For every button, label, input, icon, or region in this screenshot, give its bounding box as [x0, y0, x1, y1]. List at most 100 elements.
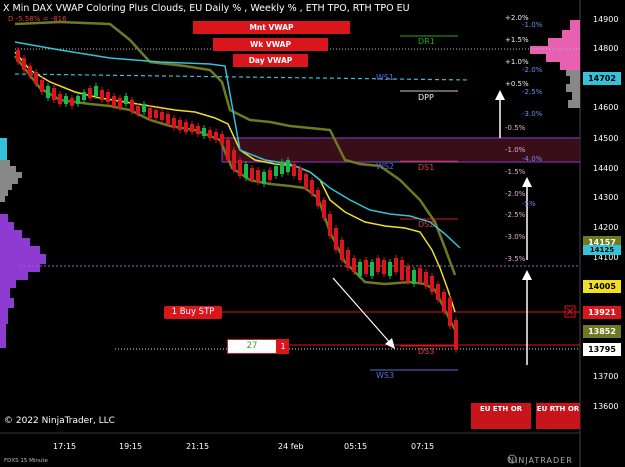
candle-body	[286, 160, 290, 172]
candle-body	[214, 132, 218, 140]
y-tick: 14200	[593, 223, 619, 232]
pct-label: +1.0%	[505, 58, 529, 66]
candle-body	[76, 96, 80, 104]
candle-body	[412, 270, 416, 284]
y-tick: 14500	[593, 134, 619, 143]
price-tag-13921: 13921	[583, 306, 621, 319]
candle-body	[88, 88, 92, 98]
candle-body	[118, 98, 122, 108]
candle-body	[148, 108, 152, 118]
candle-body	[400, 260, 404, 280]
y-tick: 14300	[593, 193, 619, 202]
candle-body	[28, 66, 32, 76]
candle-body	[274, 166, 278, 176]
candle-body	[190, 124, 194, 132]
candle-body	[166, 114, 170, 124]
buy-stop-order-button[interactable]: 1 Buy STP	[164, 306, 222, 319]
ds2-label: DS2	[418, 220, 435, 229]
candle-body	[196, 126, 200, 134]
candle-body	[124, 96, 128, 104]
candle-body	[436, 284, 440, 300]
candle-body	[34, 72, 38, 84]
dr1-label: DR1	[418, 37, 435, 46]
candle-body	[226, 140, 230, 160]
price-tag-13795: 13795	[583, 343, 621, 356]
pct-label: -2.0%	[505, 190, 526, 198]
candle-body	[16, 50, 20, 62]
day-vwap-button[interactable]: Day VWAP	[233, 54, 308, 67]
candle-body	[370, 262, 374, 276]
pct-label: -2.5%	[505, 211, 526, 219]
candle-body	[154, 110, 158, 118]
x-tick: 19:15	[119, 442, 143, 451]
pct-label: -3.5%	[505, 255, 526, 263]
candle-body	[256, 170, 260, 182]
candle-body	[304, 174, 308, 188]
price-tag-14702: 14702	[583, 72, 621, 85]
candle-body	[406, 266, 410, 282]
candle-body	[220, 134, 224, 144]
ws2-label: WS2	[376, 162, 395, 171]
pct-label: -1.0%	[505, 146, 526, 154]
candle-body	[46, 86, 50, 98]
weekly-pct-label: -1.0%	[522, 21, 543, 29]
pct-label: +1.5%	[505, 36, 529, 44]
candle-body	[244, 164, 248, 178]
candle-body	[268, 170, 272, 180]
candle-body	[382, 260, 386, 274]
candle-body	[430, 276, 434, 292]
candle-body	[106, 92, 110, 102]
candle-body	[232, 150, 236, 170]
ds1-label: DS1	[418, 163, 435, 172]
candle-body	[136, 106, 140, 114]
ninjatrader-brand: NINJATRADER	[508, 456, 573, 465]
eu-rth-or-button[interactable]: EU RTH OR	[536, 403, 580, 429]
candle-body	[448, 298, 452, 326]
candle-body	[184, 122, 188, 132]
mnt-vwap-button[interactable]: Mnt VWAP	[193, 21, 350, 34]
candle-body	[292, 164, 296, 176]
candle-body	[340, 240, 344, 260]
candle-body	[64, 96, 68, 104]
candle-body	[82, 92, 86, 100]
pct-label: +0.5%	[505, 80, 529, 88]
candle-body	[178, 120, 182, 130]
cyan-dashed-line	[14, 73, 471, 81]
chart-title: X Min DAX VWAP Coloring Plus Clouds, EU …	[3, 3, 410, 14]
candlesticks	[16, 47, 458, 353]
weekly-pct-label: -2.0%	[522, 66, 543, 74]
daily-change-readout: D -5.58% = -816	[8, 15, 67, 23]
candle-body	[160, 112, 164, 120]
eu-eth-or-button[interactable]: EU ETH OR	[471, 403, 531, 429]
candle-body	[346, 250, 350, 268]
wk-vwap-button[interactable]: Wk VWAP	[213, 38, 328, 51]
candle-body	[280, 162, 284, 174]
y-tick: 13600	[593, 402, 619, 411]
y-tick: 14900	[593, 15, 619, 24]
quantity-button[interactable]: 1	[277, 339, 289, 354]
x-tick: 21:15	[186, 442, 210, 451]
ws3-label: WS3	[376, 371, 395, 380]
olive-lower-band	[14, 55, 457, 331]
candle-body	[208, 130, 212, 138]
dpp-label: DPP	[418, 93, 434, 102]
candle-body	[424, 272, 428, 286]
candle-body	[58, 94, 62, 104]
candle-body	[364, 260, 368, 274]
candle-body	[202, 128, 206, 136]
price-tag-14125: 14125	[583, 245, 621, 255]
candle-body	[22, 58, 26, 70]
pct-label: -0.5%	[505, 124, 526, 132]
candle-body	[376, 258, 380, 272]
candle-body	[442, 292, 446, 312]
candle-body	[298, 168, 302, 180]
candle-body	[310, 180, 314, 194]
candle-body	[238, 160, 242, 176]
quantity-field[interactable]: 27	[227, 339, 277, 354]
weekly-pct-label: -2.5%	[522, 88, 543, 96]
pct-label: -1.5%	[505, 168, 526, 176]
y-tick: 14800	[593, 44, 619, 53]
candle-body	[100, 90, 104, 100]
candle-body	[358, 262, 362, 276]
candle-body	[130, 100, 134, 112]
